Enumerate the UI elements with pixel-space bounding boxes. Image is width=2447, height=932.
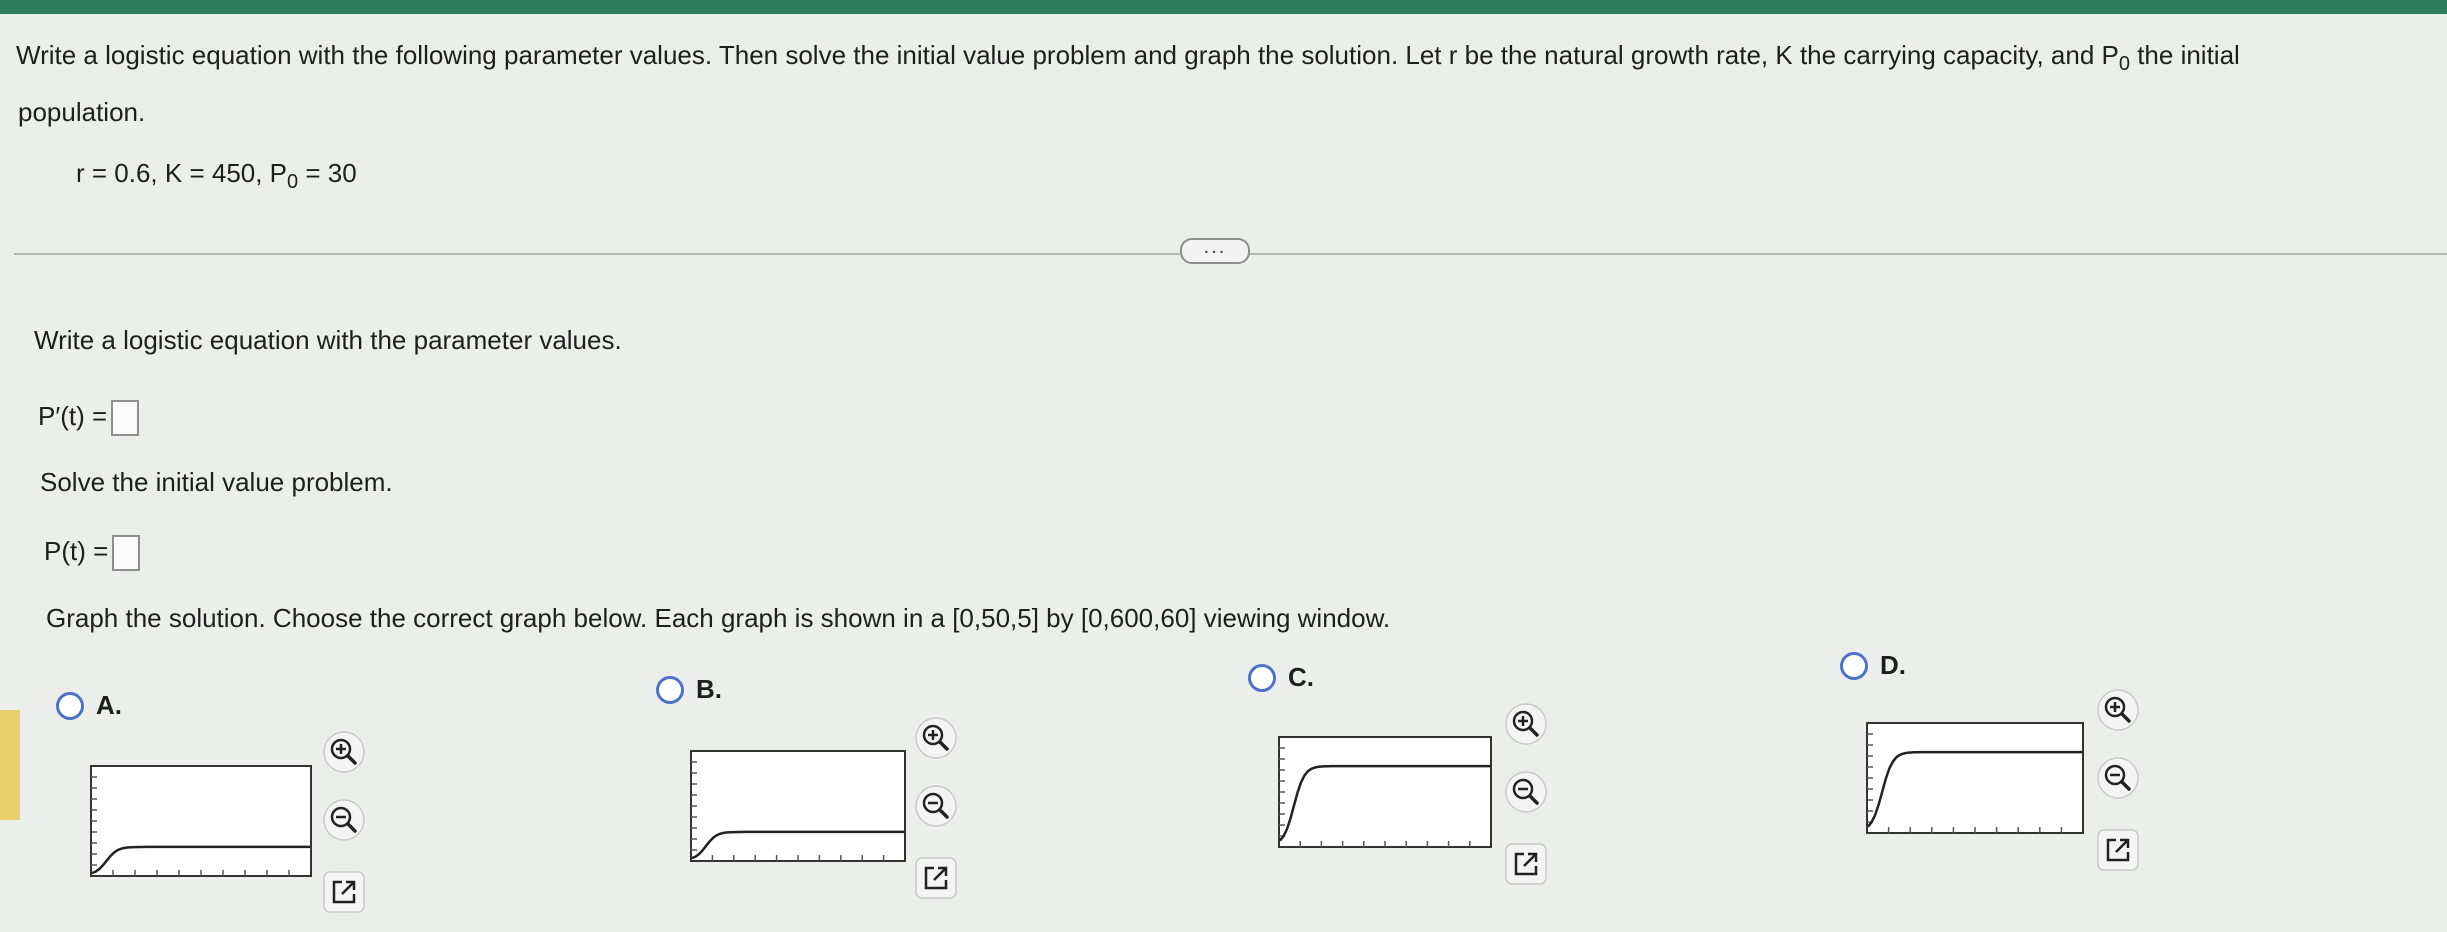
part1-answer-row: P′(t) =: [38, 400, 140, 436]
option-b-graph: [690, 750, 906, 862]
part1-prompt: Write a logistic equation with the param…: [34, 325, 622, 355]
option-c-label: C.: [1288, 662, 1314, 692]
part2-label: P(t) =: [44, 535, 109, 566]
graph-frame: [690, 750, 906, 862]
option-a-label: A.: [96, 690, 122, 720]
graph-frame: [1866, 722, 2084, 834]
derivative-answer-box[interactable]: [111, 400, 140, 436]
more-button[interactable]: ...: [1180, 237, 1250, 264]
option-d-radio[interactable]: [1840, 652, 1868, 680]
part3-prompt: Graph the solution. Choose the correct g…: [46, 603, 1391, 633]
option-c-radio[interactable]: [1248, 664, 1276, 692]
option-d-graph: [1866, 722, 2084, 834]
part2-prompt: Solve the initial value problem.: [40, 467, 393, 497]
zoom-in-icon[interactable]: [2096, 688, 2140, 732]
open-external-icon[interactable]: [1504, 842, 1548, 886]
open-external-icon[interactable]: [322, 870, 366, 914]
parameter-values: r = 0.6, K = 450, P0 = 30: [76, 158, 357, 193]
zoom-in-icon[interactable]: [914, 716, 958, 760]
option-c-graph: [1278, 736, 1492, 848]
top-bar: [0, 0, 2447, 14]
zoom-in-icon[interactable]: [1504, 702, 1548, 746]
solution-answer-box[interactable]: [112, 535, 141, 571]
option-a-radio[interactable]: [56, 692, 84, 720]
side-highlight: [0, 710, 20, 820]
zoom-out-icon[interactable]: [322, 798, 366, 842]
part1-label: P′(t) =: [38, 400, 108, 431]
question-text: Write a logistic equation with the follo…: [16, 40, 2240, 75]
question-text-line2: population.: [18, 97, 146, 127]
zoom-out-icon[interactable]: [914, 784, 958, 828]
option-b-label: B.: [696, 674, 722, 704]
option-d-label: D.: [1880, 650, 1906, 680]
open-external-icon[interactable]: [914, 856, 958, 900]
option-b-radio[interactable]: [656, 676, 684, 704]
graph-frame: [1278, 736, 1492, 848]
option-a-graph: [90, 765, 312, 877]
open-external-icon[interactable]: [2096, 828, 2140, 872]
zoom-out-icon[interactable]: [2096, 756, 2140, 800]
zoom-in-icon[interactable]: [322, 730, 366, 774]
part2-answer-row: P(t) =: [44, 535, 141, 571]
graph-frame: [90, 765, 312, 877]
zoom-out-icon[interactable]: [1504, 770, 1548, 814]
